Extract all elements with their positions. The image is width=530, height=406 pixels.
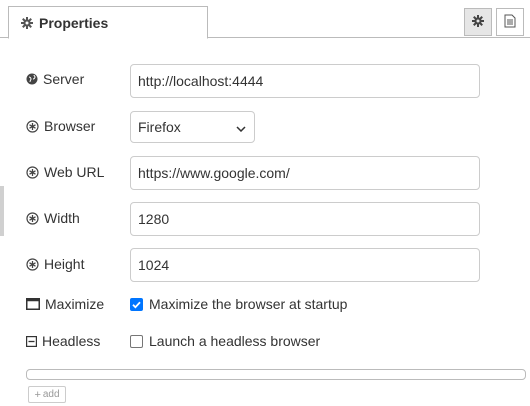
browser-selected-value: Firefox xyxy=(138,119,181,135)
browser-label-row: Browser xyxy=(26,118,95,134)
chevron-down-icon xyxy=(236,119,246,135)
server-label: Server xyxy=(43,71,85,87)
width-label-row: Width xyxy=(26,210,80,226)
tab-properties[interactable]: Properties xyxy=(8,6,208,39)
asterisk-circle-icon xyxy=(26,119,39,133)
height-label-row: Height xyxy=(26,256,84,272)
weburl-input[interactable]: https://www.google.com/ xyxy=(130,156,480,190)
asterisk-circle-icon xyxy=(26,211,39,225)
tab-bar: Properties xyxy=(0,0,530,39)
window-maximize-icon xyxy=(26,298,40,310)
width-input[interactable]: 1280 xyxy=(130,202,480,236)
add-button[interactable]: + add xyxy=(28,386,66,403)
server-label-row: Server xyxy=(26,71,84,87)
resize-handle[interactable] xyxy=(0,186,4,236)
globe-icon xyxy=(26,73,38,85)
info-button[interactable] xyxy=(496,8,524,36)
asterisk-circle-icon xyxy=(26,165,39,179)
gear-icon xyxy=(472,14,484,30)
maximize-checkbox-row[interactable]: Maximize the browser at startup xyxy=(130,296,347,312)
headless-label-row: Headless xyxy=(26,333,100,349)
height-input[interactable]: 1024 xyxy=(130,248,480,282)
maximize-checkbox-label: Maximize the browser at startup xyxy=(149,296,348,312)
browser-label: Browser xyxy=(44,118,96,134)
headless-label: Headless xyxy=(42,333,101,349)
width-label: Width xyxy=(44,210,80,226)
headless-checkbox-label: Launch a headless browser xyxy=(149,333,321,349)
settings-button[interactable] xyxy=(464,8,492,36)
headless-checkbox[interactable] xyxy=(130,334,143,348)
editable-list-container xyxy=(26,369,526,380)
tab-title: Properties xyxy=(39,14,109,31)
server-input[interactable]: http://localhost:4444 xyxy=(130,64,480,98)
weburl-label: Web URL xyxy=(44,164,105,180)
height-label: Height xyxy=(44,256,85,272)
headless-checkbox-row[interactable]: Launch a headless browser xyxy=(130,333,320,349)
gear-icon xyxy=(21,16,33,29)
asterisk-circle-icon xyxy=(26,257,39,271)
add-button-label: add xyxy=(42,389,60,400)
maximize-label: Maximize xyxy=(45,296,105,312)
weburl-label-row: Web URL xyxy=(26,164,104,180)
document-icon xyxy=(504,14,516,31)
maximize-label-row: Maximize xyxy=(26,296,104,312)
minus-square-icon xyxy=(26,335,37,347)
browser-select[interactable]: Firefox xyxy=(130,111,255,143)
maximize-checkbox[interactable] xyxy=(130,297,143,311)
plus-icon: + xyxy=(34,388,41,401)
